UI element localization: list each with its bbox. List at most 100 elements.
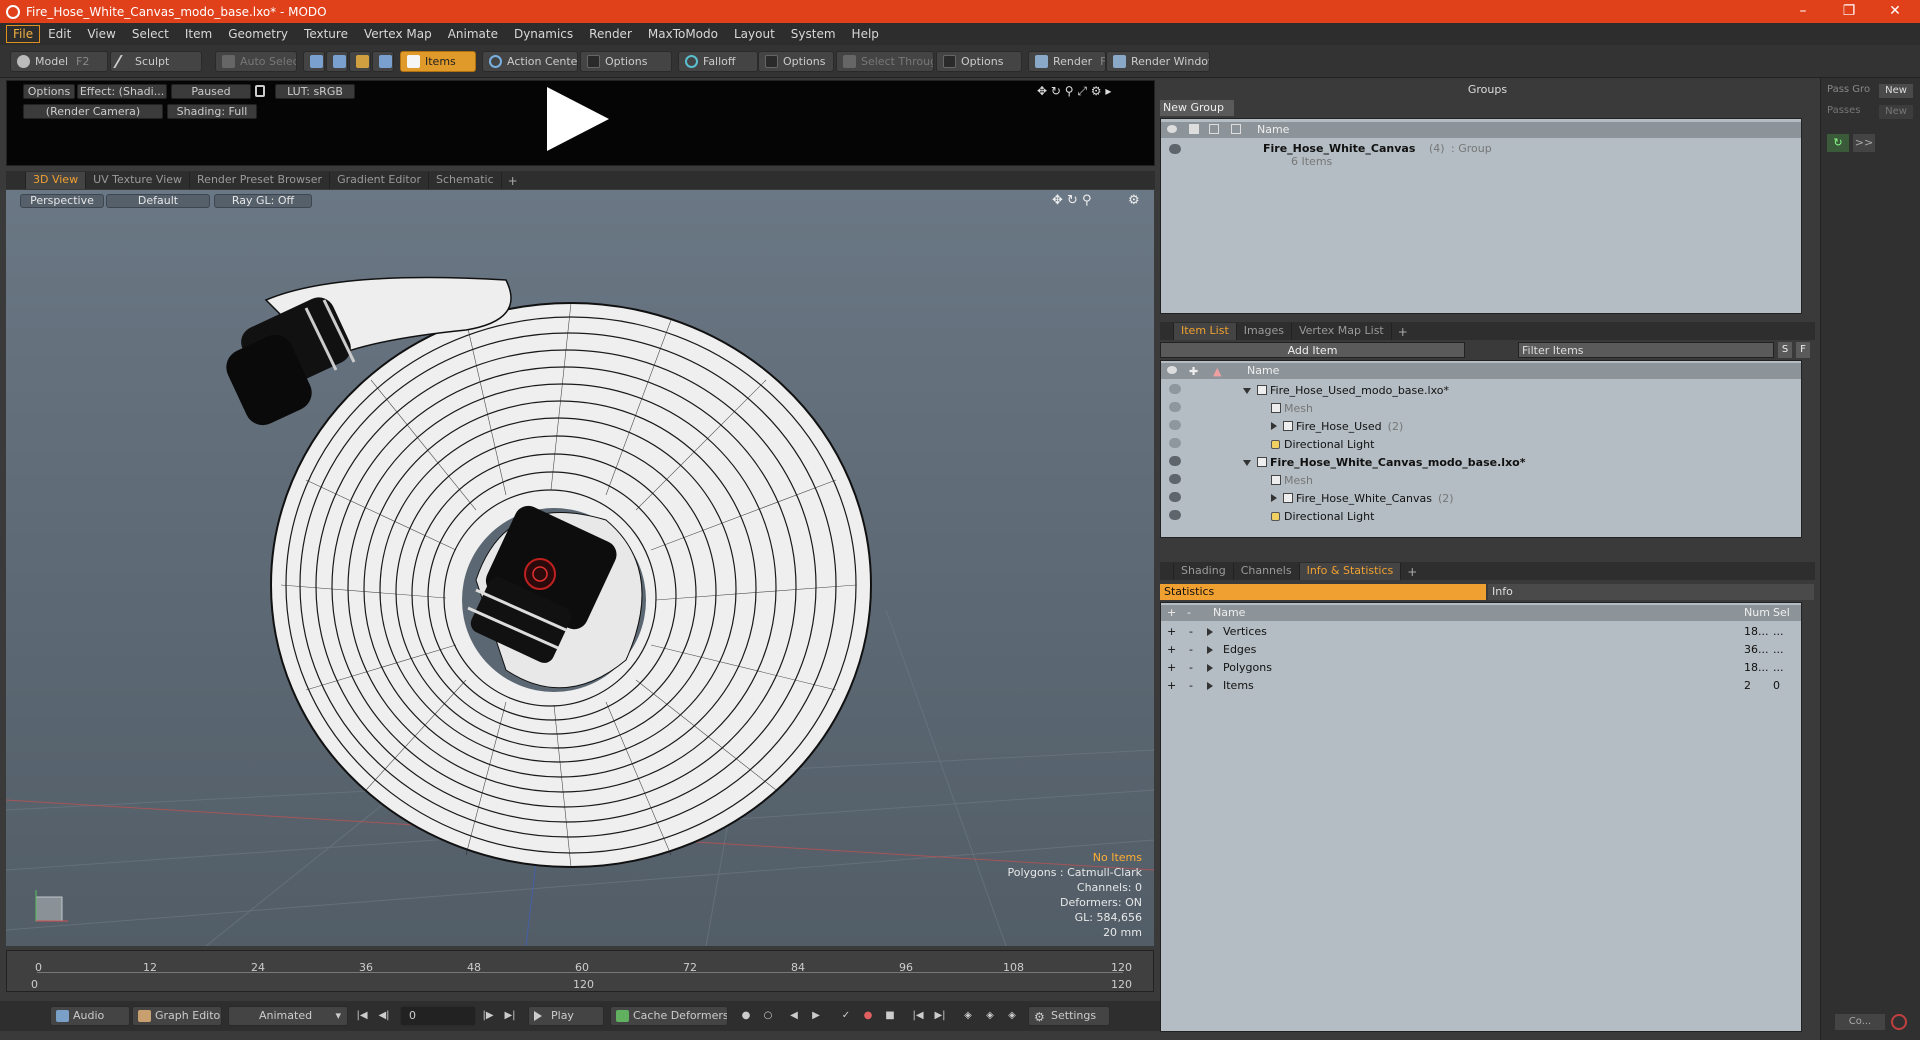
3d-viewport[interactable]: Perspective Default Ray GL: Off ✥ ↻ ⚲ ⚙ … — [6, 190, 1154, 946]
tab-menu-icon[interactable] — [1160, 563, 1174, 580]
item-list-row[interactable]: Mesh — [1161, 471, 1801, 489]
menu-maxtomodo[interactable]: MaxToModo — [640, 25, 726, 43]
expand-icon[interactable] — [1271, 494, 1277, 502]
plus-icon[interactable]: + — [1167, 625, 1176, 638]
tab-info-statistics[interactable]: Info & Statistics — [1299, 563, 1402, 580]
lut-dropdown[interactable]: LUT: sRGB — [275, 84, 355, 99]
collapse-icon[interactable] — [1243, 460, 1251, 466]
frame-input[interactable]: 0 — [400, 1006, 476, 1026]
play-button[interactable]: Play — [528, 1006, 604, 1026]
maximize-button[interactable]: ❐ — [1826, 0, 1872, 23]
new-pass-group-button[interactable]: New — [1879, 84, 1913, 98]
view-style-dropdown[interactable]: Default — [106, 194, 210, 208]
select-polygons-button[interactable] — [349, 51, 371, 72]
eye-icon[interactable] — [1169, 420, 1181, 430]
eye-icon[interactable] — [1169, 510, 1181, 520]
items-mode-button[interactable]: Items — [400, 51, 476, 72]
select-vertices-button[interactable] — [303, 51, 325, 72]
tab-item-list[interactable]: Item List — [1174, 323, 1237, 340]
add-item-dropdown[interactable]: Add Item — [1160, 342, 1465, 358]
expand-icon[interactable] — [1271, 422, 1277, 430]
menu-help[interactable]: Help — [844, 25, 887, 43]
item-list-row[interactable]: Fire_Hose_White_Canvas_modo_base.lxo* — [1161, 453, 1801, 471]
minus-icon[interactable]: - — [1189, 661, 1193, 674]
add-tab-icon[interactable]: + — [1401, 564, 1423, 580]
tab-uv-texture-view[interactable]: UV Texture View — [86, 172, 191, 189]
tab-menu-icon[interactable] — [1160, 323, 1174, 340]
render-button[interactable]: RenderF9 — [1028, 51, 1106, 72]
eye-icon[interactable] — [1169, 474, 1181, 484]
expand-icon[interactable] — [1207, 646, 1213, 654]
tab-gradient-editor[interactable]: Gradient Editor — [330, 172, 429, 189]
select-through-options-button[interactable]: Options — [936, 51, 1022, 72]
item-list-row[interactable]: Fire_Hose_Used (2) — [1161, 417, 1801, 435]
eye-icon[interactable] — [1169, 438, 1181, 448]
statistics-row[interactable]: + - Items 2 0 — [1161, 677, 1801, 695]
select-edges-button[interactable] — [326, 51, 348, 72]
falloff-button[interactable]: Falloff — [678, 51, 758, 72]
graph-editor-button[interactable]: Graph Editor — [132, 1006, 222, 1026]
item-list-row[interactable]: Directional Light — [1161, 435, 1801, 453]
record-icon[interactable]: ● — [860, 1009, 876, 1023]
close-button[interactable]: ✕ — [1872, 0, 1918, 23]
minus-icon[interactable]: - — [1189, 643, 1193, 656]
tab-channels[interactable]: Channels — [1234, 563, 1300, 580]
menu-file[interactable]: File — [6, 25, 41, 43]
eye-icon[interactable] — [1169, 492, 1181, 502]
item-list-row[interactable]: Fire_Hose_Used_modo_base.lxo* — [1161, 381, 1801, 399]
expand-icon[interactable] — [1207, 628, 1213, 636]
tab-schematic[interactable]: Schematic — [429, 172, 502, 189]
viewport-settings-icon[interactable]: ⚙ — [1128, 193, 1140, 208]
action-center-button[interactable]: Action Center — [482, 51, 578, 72]
item-list-row[interactable]: Directional Light — [1161, 507, 1801, 525]
menu-geometry[interactable]: Geometry — [220, 25, 296, 43]
select-through-button[interactable]: Select Through — [836, 51, 934, 72]
statistics-row[interactable]: + - Polygons 18...... — [1161, 659, 1801, 677]
menu-texture[interactable]: Texture — [296, 25, 356, 43]
shading-dropdown[interactable]: Shading: Full — [167, 104, 257, 119]
settings-button[interactable]: ⚙ Settings — [1028, 1006, 1110, 1026]
info-tab[interactable]: Info — [1488, 584, 1814, 600]
sculpt-mode-button[interactable]: Sculpt — [110, 51, 202, 72]
menu-animate[interactable]: Animate — [440, 25, 506, 43]
channel-tool-icon-2[interactable]: ◈ — [982, 1009, 998, 1023]
refresh-icon[interactable]: ↻ — [1827, 134, 1849, 152]
lock-icon[interactable] — [255, 85, 265, 97]
raygl-dropdown[interactable]: Ray GL: Off — [214, 194, 312, 208]
perspective-dropdown[interactable]: Perspective — [20, 194, 104, 208]
prev-marker-icon[interactable]: |◀ — [910, 1009, 926, 1023]
channel-tool-icon-3[interactable]: ◈ — [1004, 1009, 1020, 1023]
filter-s-button[interactable]: S — [1778, 342, 1792, 358]
eye-icon[interactable] — [1169, 456, 1181, 466]
tab-render-preset-browser[interactable]: Render Preset Browser — [190, 172, 331, 189]
expand-icon[interactable]: >> — [1853, 134, 1875, 152]
menu-select[interactable]: Select — [124, 25, 177, 43]
step-forward-icon[interactable]: |▶ — [480, 1009, 496, 1023]
group-row[interactable]: Fire_Hose_White_Canvas (4) : Group 6 Ite… — [1161, 141, 1801, 168]
action-center-options-button[interactable]: Options — [580, 51, 672, 72]
prev-key-icon[interactable]: ◀ — [786, 1009, 802, 1023]
plus-icon[interactable]: + — [1167, 661, 1176, 674]
item-list-row[interactable]: Mesh — [1161, 399, 1801, 417]
new-group-button[interactable]: New Group — [1160, 100, 1234, 116]
command-button[interactable]: Co... — [1835, 1014, 1885, 1030]
plus-icon[interactable]: + — [1167, 679, 1176, 692]
viewport-nav-icons[interactable]: ✥ ↻ ⚲ — [1052, 193, 1092, 208]
expand-icon[interactable] — [1207, 664, 1213, 672]
model-mode-button[interactable]: Model F2 — [10, 51, 108, 72]
next-marker-icon[interactable]: ▶| — [932, 1009, 948, 1023]
go-end-icon[interactable]: ▶| — [502, 1009, 518, 1023]
audio-button[interactable]: Audio — [50, 1006, 130, 1026]
eye-icon[interactable] — [1169, 144, 1181, 154]
stop-icon[interactable] — [1891, 1014, 1907, 1030]
add-tab-icon[interactable]: + — [1392, 324, 1414, 340]
item-list-row[interactable]: Fire_Hose_White_Canvas (2) — [1161, 489, 1801, 507]
tab-menu-icon[interactable] — [6, 172, 26, 189]
filter-items-input[interactable]: Filter Items — [1518, 342, 1774, 358]
menu-edit[interactable]: Edit — [40, 25, 79, 43]
animated-dropdown[interactable]: Animated ▾ — [228, 1006, 348, 1026]
tab-vertex-map-list[interactable]: Vertex Map List — [1292, 323, 1392, 340]
step-back-icon[interactable]: ◀| — [376, 1009, 392, 1023]
select-materials-button[interactable] — [372, 51, 394, 72]
collapse-icon[interactable] — [1243, 388, 1251, 394]
